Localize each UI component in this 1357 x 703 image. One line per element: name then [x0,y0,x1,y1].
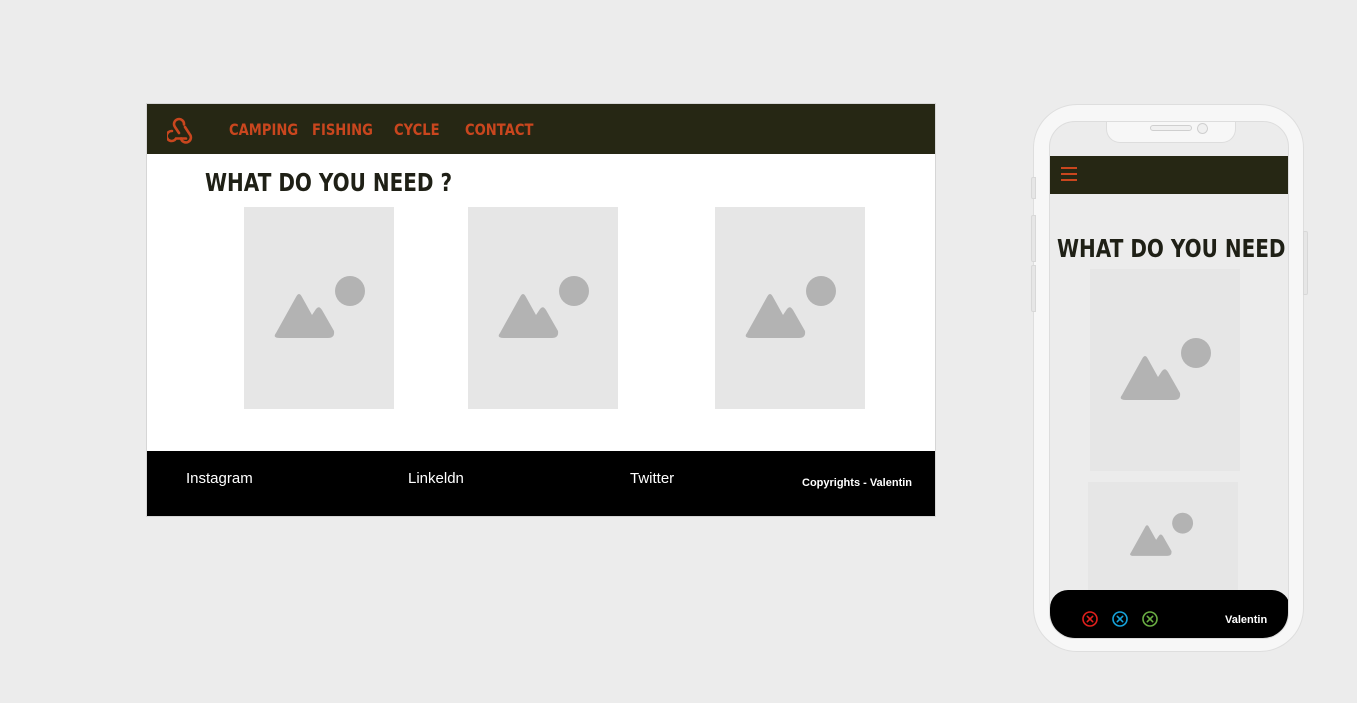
mobile-navbar [1050,156,1288,194]
mobile-page-heading: WHAT DO YOU NEED ? [1057,234,1289,263]
phone-speaker [1150,125,1192,131]
image-placeholder-1 [244,207,394,409]
image-placeholder-3 [715,207,865,409]
phone-notch [1106,122,1236,143]
page-heading: WHAT DO YOU NEED ? [205,168,453,197]
hamburger-menu-icon[interactable] [1061,165,1077,183]
close-circle-icon-red[interactable] [1082,611,1098,627]
close-circle-icon-blue[interactable] [1112,611,1128,627]
close-circle-icon-green[interactable] [1142,611,1158,627]
image-placeholder-icon [1130,512,1194,556]
mobile-footer-name: Valentin [1225,614,1268,626]
phone-mockup: WHAT DO YOU NEED ? Valentin [1031,104,1308,652]
image-placeholder-icon [274,276,365,338]
footer-link-instagram[interactable]: Instagram [186,470,253,487]
nav-camping[interactable]: CAMPING [229,120,298,139]
image-placeholder-icon [498,276,589,338]
nav-contact[interactable]: CONTACT [465,120,533,139]
image-placeholder-icon [1120,338,1211,400]
phone-volume-down [1031,265,1036,312]
copyright-text: Copyrights - Valentin [802,477,913,489]
image-placeholder-2 [468,207,618,409]
phone-silent-switch [1031,177,1036,199]
desktop-navbar: CAMPING FISHING CYCLE CONTACT [147,104,935,154]
mobile-footer: Valentin [1050,590,1288,638]
nav-cycle[interactable]: CYCLE [394,120,440,139]
mobile-image-placeholder-2 [1088,482,1238,602]
webhook-logo-icon[interactable] [167,116,197,146]
mobile-image-placeholder-1 [1090,269,1240,471]
desktop-footer: Instagram Linkeldn Twitter Copyrights - … [147,451,935,516]
desktop-mockup: CAMPING FISHING CYCLE CONTACT WHAT DO YO… [146,103,936,517]
nav-fishing[interactable]: FISHING [312,120,373,139]
phone-screen: WHAT DO YOU NEED ? Valentin [1049,121,1289,639]
image-placeholder-icon [745,276,836,338]
footer-link-linkedin[interactable]: Linkeldn [408,470,464,487]
phone-camera [1197,123,1208,134]
phone-power-button [1303,231,1308,295]
footer-link-twitter[interactable]: Twitter [630,470,674,487]
phone-volume-up [1031,215,1036,262]
